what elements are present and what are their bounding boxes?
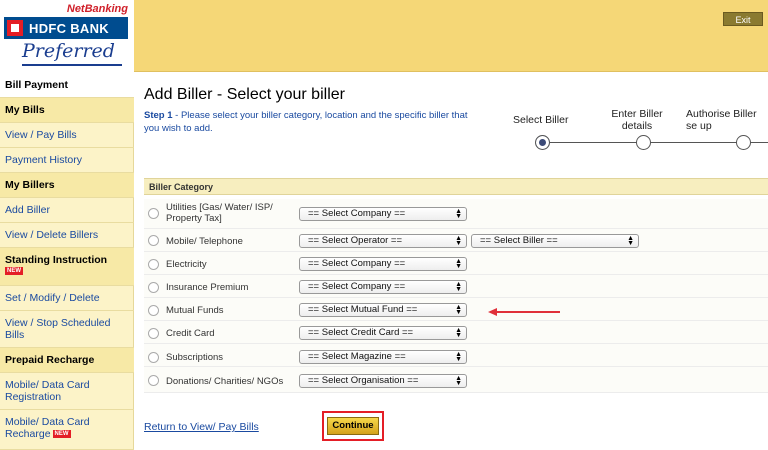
select-arrow-icon: ▲ ▼ [455,281,462,293]
category-label: Subscriptions [166,352,224,363]
step-label-enter-details: Enter Biller details [611,108,663,132]
return-to-view-pay-bills-link[interactable]: Return to View/ Pay Bills [144,421,259,433]
sidebar-item-view-pay-bills[interactable]: View / Pay Bills [0,123,134,148]
step-dot-2 [636,135,651,150]
select-arrow-icon: ▲ ▼ [455,258,462,270]
select-arrow-icon: ▲ ▼ [455,351,462,363]
sidebar-item-label: Prepaid Recharge [5,354,95,366]
step-dot-3 [736,135,751,150]
sidebar: Bill Payment My Bills View / Pay Bills P… [0,73,134,450]
new-badge: NEW [5,267,23,275]
sidebar-item-label: View / Pay Bills [5,129,77,141]
sidebar-item-label: Standing Instruction [5,254,108,266]
logo: NetBanking HDFC BANK Preferred [0,0,134,72]
sidebar-item-label: View / Delete Billers [5,229,99,241]
select-arrow-icon: ▲ ▼ [455,375,462,387]
step-instructions: Step 1 - Please select your biller categ… [144,109,474,135]
biller-category-header: Biller Category [144,178,768,195]
select-company-utilities[interactable]: == Select Company == ▲ ▼ [299,207,467,221]
bank-name: HDFC BANK [29,20,109,36]
select-organisation[interactable]: == Select Organisation == ▲ ▼ [299,374,467,388]
sidebar-head-standing-instruction: Standing Instruction NEW [0,248,134,286]
sidebar-item-label: My Bills [5,104,45,116]
select-arrow-icon: ▲ ▼ [455,327,462,339]
bank-logo-bar: HDFC BANK [4,17,128,39]
progress-line [543,142,768,143]
select-value: == Select Organisation == [308,375,419,386]
sidebar-item-set-modify-delete[interactable]: Set / Modify / Delete [0,286,134,311]
netbanking-label: NetBanking [66,3,128,15]
step-text: - Please select your biller category, lo… [144,110,468,134]
continue-highlight: Continue [322,411,384,441]
radio-donations[interactable] [148,375,159,386]
select-value: == Select Operator == [308,235,403,246]
select-company-insurance[interactable]: == Select Company == ▲ ▼ [299,280,467,294]
sidebar-item-label: Mobile/ Data Card Recharge [5,416,90,440]
exit-button[interactable]: Exit [723,12,763,26]
category-label: Donations/ Charities/ NGOs [166,376,284,387]
top-header: NetBanking HDFC BANK Preferred Exit [0,0,768,72]
sidebar-head-my-bills: My Bills [0,98,134,123]
sidebar-item-label: Payment History [5,154,83,166]
sidebar-item-view-delete-billers[interactable]: View / Delete Billers [0,223,134,248]
new-badge: NEW [52,430,71,439]
select-company-electricity[interactable]: == Select Company == ▲ ▼ [299,257,467,271]
select-value: == Select Credit Card == [308,327,414,338]
radio-subscriptions[interactable] [148,352,159,363]
preferred-label: Preferred [22,40,115,62]
step-prefix: Step 1 [144,110,173,121]
select-value: == Select Company == [308,258,406,269]
select-value: == Select Biller == [480,235,558,246]
sidebar-item-mobile-recharge[interactable]: Mobile/ Data Card Recharge NEW [0,410,134,450]
arrow-left-icon [488,308,560,316]
category-label: Utilities [Gas/ Water/ ISP/ Property Tax… [166,202,273,224]
select-arrow-icon: ▲ ▼ [455,304,462,316]
sidebar-item-payment-history[interactable]: Payment History [0,148,134,173]
continue-button[interactable]: Continue [327,417,379,435]
select-value: == Select Mutual Fund == [308,304,418,315]
sidebar-item-label: My Billers [5,179,55,191]
preferred-underline [22,64,122,66]
sidebar-item-label: Add Biller [5,204,50,216]
select-arrow-icon: ▲ ▼ [627,235,634,247]
sidebar-item-label: Set / Modify / Delete [5,292,100,304]
sidebar-item-label: Bill Payment [5,79,69,91]
sidebar-head-my-billers: My Billers [0,173,134,198]
radio-mutual-funds[interactable] [148,305,159,316]
select-value: == Select Company == [308,208,406,219]
select-value: == Select Magazine == [308,351,406,362]
category-label: Mutual Funds [166,305,224,316]
bank-logo-icon [7,20,23,36]
radio-mobile[interactable] [148,235,159,246]
sidebar-item-label: Mobile/ Data Card Registration [5,379,90,403]
select-mutual-fund[interactable]: == Select Mutual Fund == ▲ ▼ [299,303,467,317]
step-label-authorise: Authorise Biller se up [686,108,757,132]
select-value: == Select Company == [308,281,406,292]
step-dot-1 [535,135,550,150]
sidebar-item-add-biller[interactable]: Add Biller [0,198,134,223]
select-biller[interactable]: == Select Biller == ▲ ▼ [471,234,639,248]
sidebar-head-prepaid-recharge: Prepaid Recharge [0,348,134,373]
radio-insurance[interactable] [148,282,159,293]
radio-credit-card[interactable] [148,328,159,339]
select-arrow-icon: ▲ ▼ [455,235,462,247]
select-credit-card[interactable]: == Select Credit Card == ▲ ▼ [299,326,467,340]
category-label: Electricity [166,259,207,270]
sidebar-item-mobile-registration[interactable]: Mobile/ Data Card Registration [0,373,134,410]
category-label: Credit Card [166,328,215,339]
page-title: Add Biller - Select your biller [144,86,345,103]
sidebar-item-view-stop-scheduled-bills[interactable]: View / Stop Scheduled Bills [0,311,134,348]
sidebar-item-bill-payment[interactable]: Bill Payment [0,73,134,98]
radio-utilities[interactable] [148,208,159,219]
select-arrow-icon: ▲ ▼ [455,208,462,220]
select-magazine[interactable]: == Select Magazine == ▲ ▼ [299,350,467,364]
step-label-select-biller: Select Biller [513,114,569,126]
select-operator[interactable]: == Select Operator == ▲ ▼ [299,234,467,248]
radio-electricity[interactable] [148,259,159,270]
sidebar-item-label: View / Stop Scheduled Bills [5,317,111,341]
category-label: Mobile/ Telephone [166,236,243,247]
category-label: Insurance Premium [166,282,249,293]
